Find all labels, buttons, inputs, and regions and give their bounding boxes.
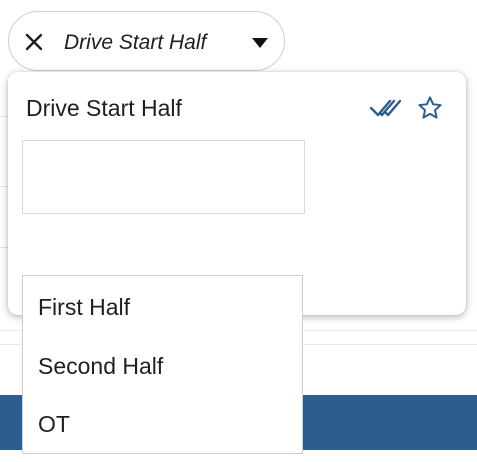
double-check-icon[interactable] bbox=[369, 95, 402, 121]
star-outline-icon[interactable] bbox=[417, 95, 443, 121]
option-second-half[interactable]: Second Half bbox=[23, 337, 302, 395]
search-input[interactable] bbox=[22, 140, 305, 214]
caret-down-icon[interactable] bbox=[249, 32, 271, 54]
option-ot[interactable]: OT bbox=[23, 395, 302, 453]
options-dropdown: First Half Second Half OT bbox=[22, 275, 303, 454]
close-icon[interactable] bbox=[23, 31, 45, 53]
option-first-half[interactable]: First Half bbox=[23, 278, 302, 336]
filter-chip-label: Drive Start Half bbox=[64, 31, 207, 54]
filter-chip[interactable]: Drive Start Half bbox=[8, 11, 285, 71]
popover-title: Drive Start Half bbox=[26, 95, 182, 121]
